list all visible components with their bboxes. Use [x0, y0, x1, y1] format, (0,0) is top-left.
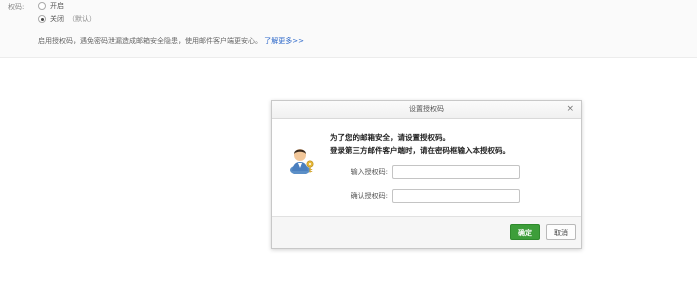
learn-more-link[interactable]: 了解更多>> [264, 37, 304, 45]
auth-code-label: 输入授权码: [350, 168, 388, 176]
description-text: 启用授权码，遇免密码泄漏造成邮箱安全隐患，使用邮件客户端更安心。 [38, 37, 262, 45]
dialog-header: 设置授权码 × [272, 101, 581, 119]
dialog-title: 设置授权码 [409, 105, 444, 113]
auth-code-input[interactable] [392, 165, 520, 179]
set-auth-code-dialog: 设置授权码 × 为了您的邮箱安全，请设置授权码。 登录第三方邮件客户端时，请在密… [271, 100, 582, 249]
radio-option-enable[interactable]: 开启 [38, 1, 64, 11]
cancel-button[interactable]: 取消 [546, 224, 576, 240]
radio-enable-label: 开启 [50, 2, 64, 10]
confirm-auth-code-input[interactable] [392, 189, 520, 203]
radio-option-disable[interactable]: 关闭 （默认） [38, 14, 96, 24]
dialog-body: 为了您的邮箱安全，请设置授权码。 登录第三方邮件客户端时，请在密码框输入本授权码… [272, 119, 581, 218]
message-line-1: 为了您的邮箱安全，请设置授权码。 [330, 133, 450, 142]
setting-label: 权码: [8, 3, 25, 11]
ok-button[interactable]: 确定 [510, 224, 540, 240]
dialog-message: 为了您的邮箱安全，请设置授权码。 登录第三方邮件客户端时，请在密码框输入本授权码… [330, 131, 510, 157]
auth-code-row: 输入授权码: [312, 165, 520, 179]
confirm-auth-code-label: 确认授权码: [350, 192, 388, 200]
radio-disable-note: （默认） [68, 15, 96, 23]
radio-disable[interactable] [38, 15, 46, 23]
radio-enable[interactable] [38, 2, 46, 10]
setting-description: 启用授权码，遇免密码泄漏造成邮箱安全隐患，使用邮件客户端更安心。 了解更多>> [38, 36, 304, 46]
radio-disable-label: 关闭 [50, 15, 64, 23]
confirm-auth-code-row: 确认授权码: [312, 189, 520, 203]
authorization-setting-panel: 权码: 开启 关闭 （默认） 启用授权码，遇免密码泄漏造成邮箱安全隐患，使用邮件… [0, 0, 697, 58]
close-icon[interactable]: × [566, 101, 574, 118]
dialog-footer: 确定 取消 [272, 216, 581, 248]
message-line-2: 登录第三方邮件客户端时，请在密码框输入本授权码。 [330, 146, 510, 155]
